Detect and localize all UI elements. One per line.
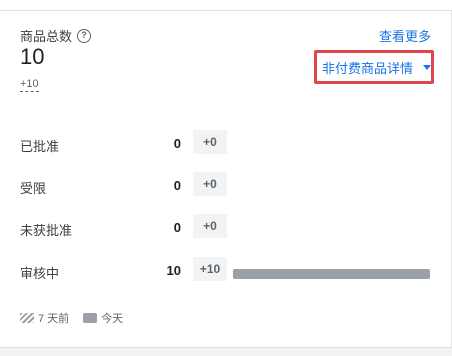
chevron-down-icon [423, 64, 431, 70]
status-label: 未获批准 [20, 223, 73, 238]
legend-today-label: 今天 [101, 313, 124, 325]
status-label: 已批准 [20, 139, 60, 154]
status-count: 0 [173, 136, 181, 151]
status-delta-chip: +0 [193, 130, 227, 154]
status-row-disapproved: 未获批准 0 +0 [0, 214, 452, 244]
status-row-approved: 已批准 0 +0 [0, 130, 452, 160]
total-delta: +10 [20, 78, 39, 92]
status-delta-chip: +0 [193, 172, 227, 196]
status-count: 0 [173, 178, 181, 193]
status-count: 10 [166, 263, 181, 278]
hatch-swatch-icon [20, 313, 34, 323]
status-label: 审核中 [20, 266, 60, 281]
pending-progress-bar [233, 269, 430, 279]
dropdown-label: 非付费商品详情 [322, 60, 414, 76]
legend-previous-label: 7 天前 [38, 313, 70, 325]
total-count: 10 [20, 44, 45, 69]
status-count: 0 [173, 220, 181, 235]
solid-swatch-icon [83, 313, 98, 323]
status-row-limited: 受限 0 +0 [0, 172, 452, 202]
view-more-link[interactable]: 查看更多 [379, 26, 431, 45]
status-label: 受限 [20, 181, 47, 196]
card-title: 商品总数 [20, 29, 73, 44]
listing-type-dropdown[interactable]: 非付费商品详情 [314, 50, 434, 84]
help-icon[interactable]: ? [77, 28, 92, 43]
card-header: 商品总数 ? [20, 26, 92, 45]
chart-legend: 7 天前 今天 [20, 310, 123, 326]
status-delta-chip: +10 [193, 257, 227, 281]
status-delta-chip: +0 [193, 214, 227, 238]
